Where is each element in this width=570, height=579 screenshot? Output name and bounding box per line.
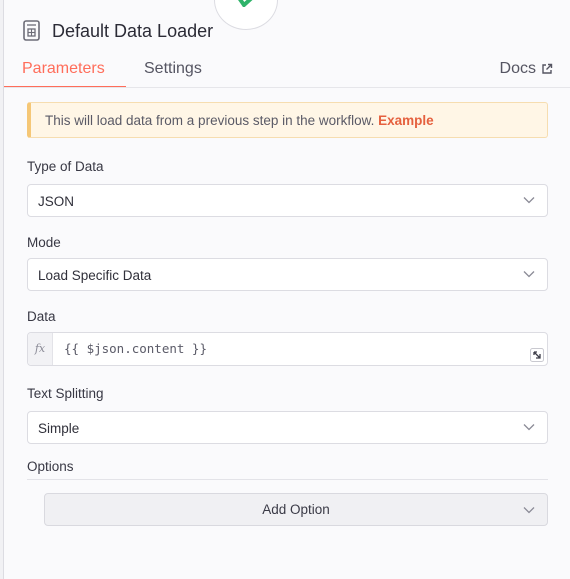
add-option-label: Add Option [262,502,330,517]
mode-select[interactable]: Load Specific Data [27,258,548,291]
mode-label: Mode [27,235,61,250]
notice-text: This will load data from a previous step… [45,113,379,128]
docs-label: Docs [499,60,536,77]
type-of-data-label: Type of Data [27,159,104,174]
docs-link[interactable]: Docs [500,60,553,78]
chevron-down-icon [523,271,535,278]
text-splitting-label: Text Splitting [27,386,104,401]
text-splitting-select[interactable]: Simple [27,411,548,444]
fx-icon: fx [28,333,53,365]
node-badge [214,0,278,30]
mode-value: Load Specific Data [38,268,152,283]
text-splitting-value: Simple [38,421,80,436]
chevron-down-icon [523,507,535,514]
example-link[interactable]: Example [378,113,434,128]
chevron-down-icon [523,197,535,204]
expand-icon[interactable] [530,348,544,362]
external-link-icon [542,63,553,74]
tab-parameters[interactable]: Parameters [22,60,105,78]
tab-settings[interactable]: Settings [144,60,202,78]
panel-header: Default Data Loader [22,20,213,42]
arrow-icon [238,0,253,7]
node-title: Default Data Loader [52,20,214,41]
add-option-button[interactable]: Add Option [44,493,548,526]
chevron-down-icon [523,424,535,431]
options-label: Options [27,459,74,474]
document-icon [23,20,40,41]
node-parameters-panel: Default Data Loader Parameters Settings … [3,0,570,579]
data-expression-input[interactable]: fx {{ $json.content }} [27,332,548,366]
info-notice: This will load data from a previous step… [27,102,548,138]
data-expression-value: {{ $json.content }} [64,341,207,356]
type-of-data-value: JSON [38,194,75,209]
tab-bar: Parameters Settings Docs [4,60,570,88]
options-divider [27,479,548,480]
data-label: Data [27,309,56,324]
type-of-data-select[interactable]: JSON [27,184,548,217]
tabs-divider [4,87,570,88]
